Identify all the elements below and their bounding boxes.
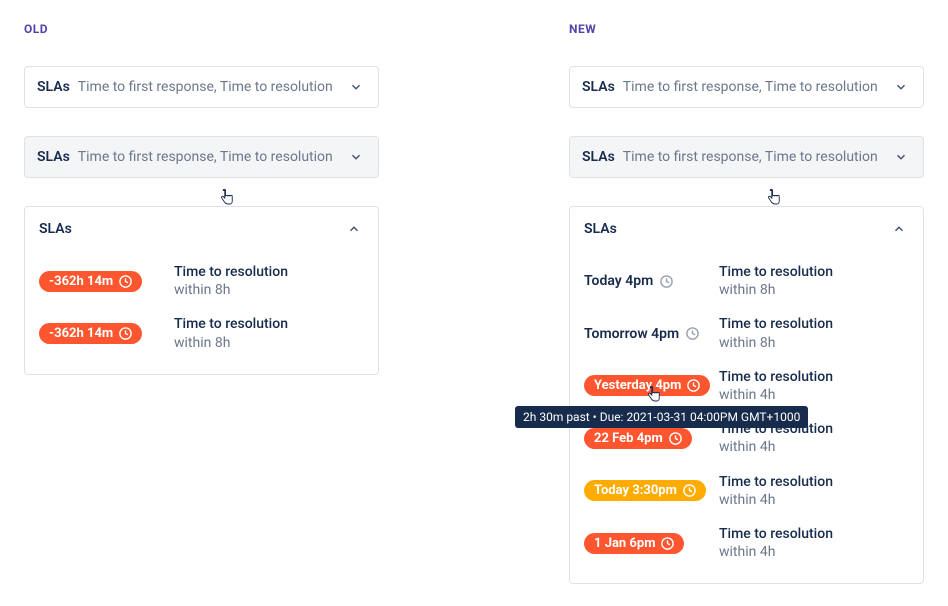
sla-badge: -362h 14m	[39, 271, 142, 292]
sla-name: Time to resolution	[719, 473, 909, 491]
field-label: SLAs	[37, 149, 70, 165]
field-value: Time to first response, Time to resoluti…	[623, 79, 891, 95]
sla-row[interactable]: -362h 14m Time to resolutionwithin 8h	[39, 255, 364, 307]
field-value: Time to first response, Time to resoluti…	[78, 79, 346, 95]
field-label: SLAs	[582, 79, 615, 95]
panel-header[interactable]: SLAs	[570, 207, 923, 251]
field-label: SLAs	[37, 79, 70, 95]
sla-row[interactable]: -362h 14m Time to resolutionwithin 8h	[39, 307, 364, 359]
clock-icon	[660, 536, 675, 551]
new-column: NEW SLAs Time to first response, Time to…	[569, 22, 924, 584]
sla-time-plain: Today 4pm	[584, 273, 674, 289]
sla-name: Time to resolution	[174, 315, 364, 333]
sla-tooltip: 2h 30m past • Due: 2021-03-31 04:00PM GM…	[515, 406, 808, 428]
sla-badge: 1 Jan 6pm	[584, 533, 684, 554]
old-column: OLD SLAs Time to first response, Time to…	[24, 22, 379, 584]
panel-title: SLAs	[584, 221, 617, 237]
clock-icon	[685, 326, 700, 341]
sla-within: within 8h	[174, 334, 364, 352]
chevron-down-icon	[346, 147, 366, 167]
clock-icon	[659, 274, 674, 289]
sla-badge: Today 3:30pm	[584, 480, 706, 501]
sla-within: within 8h	[719, 281, 909, 299]
sla-badge: Yesterday 4pm	[584, 375, 710, 396]
field-label: SLAs	[582, 149, 615, 165]
sla-within: within 4h	[719, 491, 909, 509]
sla-name: Time to resolution	[719, 525, 909, 543]
old-sla-panel: SLAs -362h 14mTime to resolutionwithin 8…	[24, 206, 379, 375]
sla-badge: -362h 14m	[39, 323, 142, 344]
sla-name: Time to resolution	[719, 263, 909, 281]
chevron-down-icon	[891, 147, 911, 167]
new-sla-field-hover[interactable]: SLAs Time to first response, Time to res…	[569, 136, 924, 178]
chevron-up-icon	[889, 219, 909, 239]
field-value: Time to first response, Time to resoluti…	[623, 149, 891, 165]
sla-name: Time to resolution	[719, 315, 909, 333]
clock-icon	[682, 483, 697, 498]
panel-body: -362h 14mTime to resolutionwithin 8h-362…	[25, 251, 378, 374]
sla-time-plain: Tomorrow 4pm	[584, 326, 700, 342]
sla-name: Time to resolution	[719, 368, 909, 386]
clock-icon	[686, 378, 701, 393]
clock-icon	[668, 431, 683, 446]
sla-within: within 8h	[174, 281, 364, 299]
sla-row[interactable]: Tomorrow 4pm Time to resolutionwithin 8h	[584, 307, 909, 359]
sla-row[interactable]: Yesterday 4pm Time to resolutionwithin 4h	[584, 360, 909, 412]
panel-header[interactable]: SLAs	[25, 207, 378, 251]
clock-icon	[118, 274, 133, 289]
sla-row[interactable]: Today 4pm Time to resolutionwithin 8h	[584, 255, 909, 307]
sla-within: within 8h	[719, 334, 909, 352]
chevron-up-icon	[344, 219, 364, 239]
sla-within: within 4h	[719, 386, 909, 404]
sla-row[interactable]: Today 3:30pm Time to resolutionwithin 4h	[584, 465, 909, 517]
field-value: Time to first response, Time to resoluti…	[78, 149, 346, 165]
chevron-down-icon	[346, 77, 366, 97]
new-sla-panel: SLAs Today 4pmTime to resolutionwithin 8…	[569, 206, 924, 584]
sla-within: within 4h	[719, 543, 909, 561]
sla-name: Time to resolution	[174, 263, 364, 281]
old-sla-field-hover[interactable]: SLAs Time to first response, Time to res…	[24, 136, 379, 178]
sla-badge: 22 Feb 4pm	[584, 428, 692, 449]
clock-icon	[118, 326, 133, 341]
sla-within: within 4h	[719, 438, 909, 456]
chevron-down-icon	[891, 77, 911, 97]
old-sla-field-collapsed[interactable]: SLAs Time to first response, Time to res…	[24, 66, 379, 108]
panel-title: SLAs	[39, 221, 72, 237]
new-heading: NEW	[569, 22, 924, 36]
old-heading: OLD	[24, 22, 379, 36]
new-sla-field-collapsed[interactable]: SLAs Time to first response, Time to res…	[569, 66, 924, 108]
sla-row[interactable]: 1 Jan 6pm Time to resolutionwithin 4h	[584, 517, 909, 569]
